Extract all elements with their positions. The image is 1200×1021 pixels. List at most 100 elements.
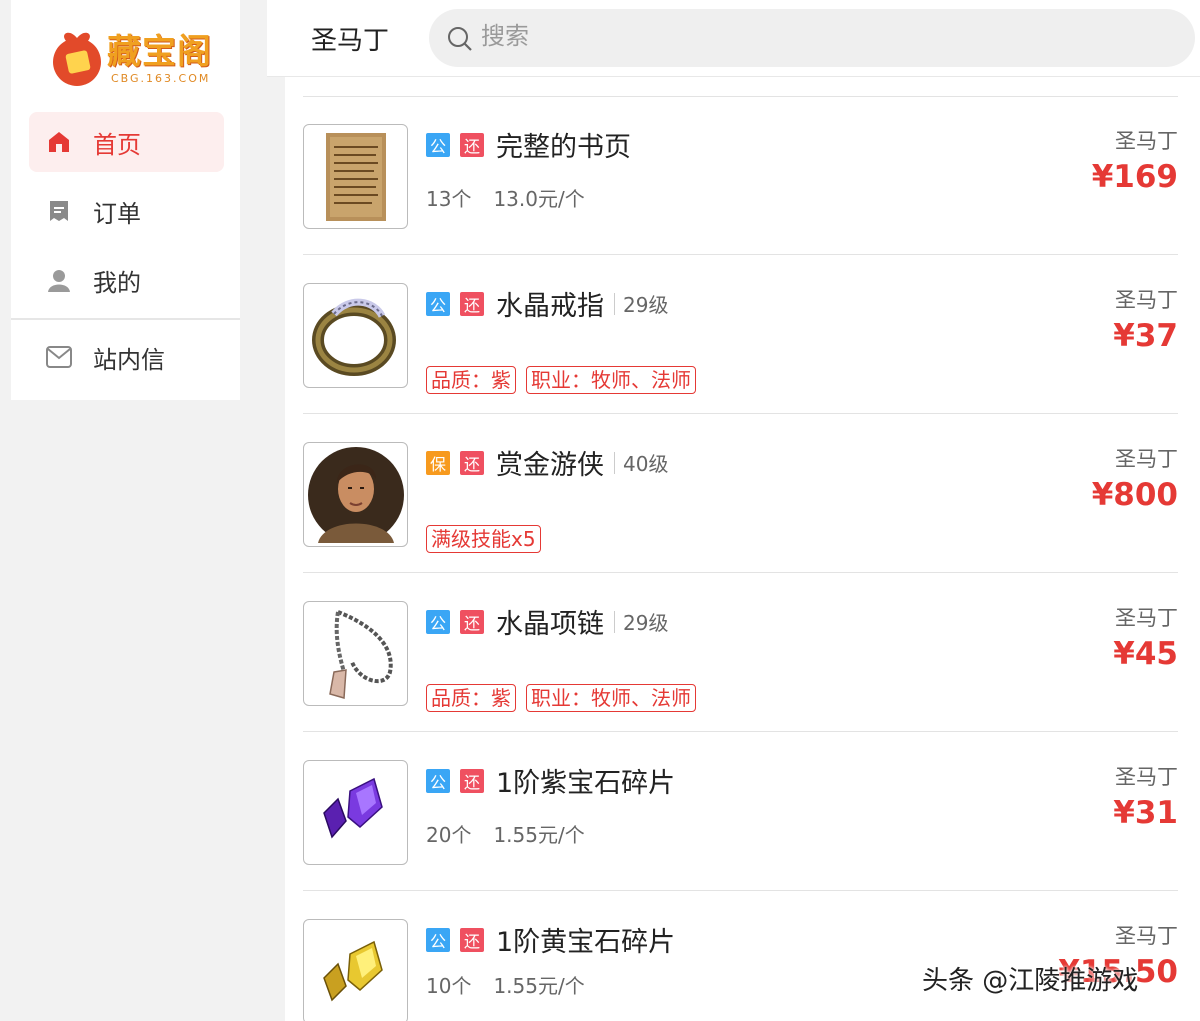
listing-server: 圣马丁: [1115, 765, 1178, 789]
listing-price: ¥800: [1091, 477, 1178, 513]
public-tag: 公: [426, 768, 450, 793]
listing-level: 29级: [623, 293, 669, 317]
listing-name: 1阶紫宝石碎片: [496, 768, 676, 799]
logo-brand: 藏宝阁: [107, 32, 212, 72]
row-divider: [303, 890, 1178, 891]
search-input[interactable]: [481, 22, 1081, 50]
listing-title-line: 公 还 水晶项链 29级: [426, 602, 668, 641]
row-divider: [303, 572, 1178, 573]
level-separator: [614, 610, 615, 633]
row-divider: [303, 731, 1178, 732]
game-server-selector[interactable]: 圣马丁: [311, 20, 389, 57]
listing-title-line: 公 还 完整的书页: [426, 125, 631, 164]
user-icon: [45, 266, 73, 294]
listing-level: 29级: [623, 611, 669, 635]
listing-unit-price: 1.55元/个: [493, 974, 585, 998]
listing-row[interactable]: 保 还 赏金游侠 40级 满级技能x5 圣马丁 ¥800: [303, 415, 1178, 573]
search-icon: [448, 27, 472, 51]
listing-server: 圣马丁: [1115, 606, 1178, 630]
public-tag: 公: [426, 291, 450, 316]
listing-price: ¥37: [1113, 318, 1178, 354]
public-tag: 公: [426, 927, 450, 952]
listing-name: 1阶黄宝石碎片: [496, 927, 676, 958]
listing-name: 赏金游侠: [496, 450, 604, 481]
listing-row[interactable]: 公 还 1阶黄宝石碎片 10个 1.55元/个 圣马丁 ¥15.50: [303, 892, 1178, 1021]
search-bar[interactable]: [429, 9, 1195, 67]
sidebar-divider: [11, 318, 240, 320]
home-icon: [45, 128, 73, 156]
listing-quantity-info: 10个 1.55元/个: [426, 970, 607, 999]
top-header: 圣马丁: [267, 0, 1200, 77]
listing-quantity: 13个: [426, 187, 472, 211]
sidebar-item-home[interactable]: 首页: [29, 112, 224, 172]
level-separator: [614, 292, 615, 315]
listing-row[interactable]: 公 还 水晶戒指 29级 品质：紫 职业：牧师、法师 圣马丁 ¥37: [303, 256, 1178, 414]
skill-badge: 满级技能x5: [426, 525, 541, 553]
sidebar-item-label: 订单: [93, 199, 141, 228]
return-tag: 还: [460, 291, 484, 316]
return-tag: 还: [460, 132, 484, 157]
row-divider: [303, 254, 1178, 255]
quality-badge: 品质：紫: [426, 684, 516, 712]
listing-quantity: 20个: [426, 823, 472, 847]
purple-gem-icon: [303, 760, 408, 865]
sidebar-item-messages[interactable]: 站内信: [29, 327, 224, 387]
listing-title-line: 公 还 水晶戒指 29级: [426, 284, 668, 323]
class-badge: 职业：牧师、法师: [526, 366, 696, 394]
ranger-portrait: [303, 442, 408, 547]
listing-badges: 品质：紫 职业：牧师、法师: [426, 366, 706, 394]
listing-name: 完整的书页: [496, 132, 631, 163]
listing-row[interactable]: 公 还 1阶紫宝石碎片 20个 1.55元/个 圣马丁 ¥31: [303, 733, 1178, 891]
listing-server: 圣马丁: [1115, 288, 1178, 312]
listing-row[interactable]: 公 还 完整的书页 13个 13.0元/个 圣马丁 ¥169: [303, 97, 1178, 255]
return-tag: 还: [460, 609, 484, 634]
listing-server: 圣马丁: [1115, 924, 1178, 948]
sidebar-item-mine[interactable]: 我的: [29, 250, 224, 310]
sidebar-item-label: 我的: [93, 268, 141, 297]
gift-box-icon: [53, 32, 101, 86]
necklace-icon: [303, 601, 408, 706]
return-tag: 还: [460, 768, 484, 793]
sidebar: 藏宝阁 CBG.163.COM 首页 订单 我的 站内信: [11, 0, 240, 400]
listing-server: 圣马丁: [1115, 447, 1178, 471]
sidebar-item-label: 首页: [93, 130, 141, 159]
listing-unit-price: 1.55元/个: [493, 823, 585, 847]
return-tag: 还: [460, 450, 484, 475]
listing-row[interactable]: 公 还 水晶项链 29级 品质：紫 职业：牧师、法师 圣马丁 ¥45: [303, 574, 1178, 732]
listing-level: 40级: [623, 452, 669, 476]
level-separator: [614, 451, 615, 474]
listing-price: ¥169: [1091, 159, 1178, 195]
listing-badges: 品质：紫 职业：牧师、法师: [426, 684, 706, 712]
class-badge: 职业：牧师、法师: [526, 684, 696, 712]
listing-badges: 满级技能x5: [426, 525, 551, 553]
receipt-icon: [45, 197, 73, 225]
public-tag: 公: [426, 132, 450, 157]
listing-title-line: 公 还 1阶紫宝石碎片: [426, 761, 675, 800]
listing-quantity-info: 13个 13.0元/个: [426, 183, 607, 212]
yellow-gem-icon: [303, 919, 408, 1021]
listing-price: ¥31: [1113, 795, 1178, 831]
quality-badge: 品质：紫: [426, 366, 516, 394]
listing-list: 公 还 完整的书页 13个 13.0元/个 圣马丁 ¥169 公 还 水晶戒指 2…: [285, 77, 1200, 1021]
row-divider: [303, 413, 1178, 414]
logo-domain: CBG.163.COM: [111, 72, 211, 85]
listing-name: 水晶戒指: [496, 291, 604, 322]
watermark: 头条 @江陵推游戏: [922, 966, 1139, 996]
return-tag: 还: [460, 927, 484, 952]
scroll-page-icon: [303, 124, 408, 229]
listing-quantity: 10个: [426, 974, 472, 998]
listing-title-line: 公 还 1阶黄宝石碎片: [426, 920, 675, 959]
ring-icon: [303, 283, 408, 388]
public-tag: 公: [426, 609, 450, 634]
listing-unit-price: 13.0元/个: [493, 187, 585, 211]
listing-quantity-info: 20个 1.55元/个: [426, 819, 607, 848]
listing-server: 圣马丁: [1115, 129, 1178, 153]
listing-name: 水晶项链: [496, 609, 604, 640]
sidebar-item-orders[interactable]: 订单: [29, 181, 224, 241]
guarantee-tag: 保: [426, 450, 450, 475]
mail-icon: [45, 343, 73, 371]
listing-title-line: 保 还 赏金游侠 40级: [426, 443, 668, 482]
sidebar-item-label: 站内信: [93, 345, 165, 374]
cbg-logo[interactable]: 藏宝阁 CBG.163.COM: [47, 20, 222, 92]
listing-price: ¥45: [1113, 636, 1178, 672]
